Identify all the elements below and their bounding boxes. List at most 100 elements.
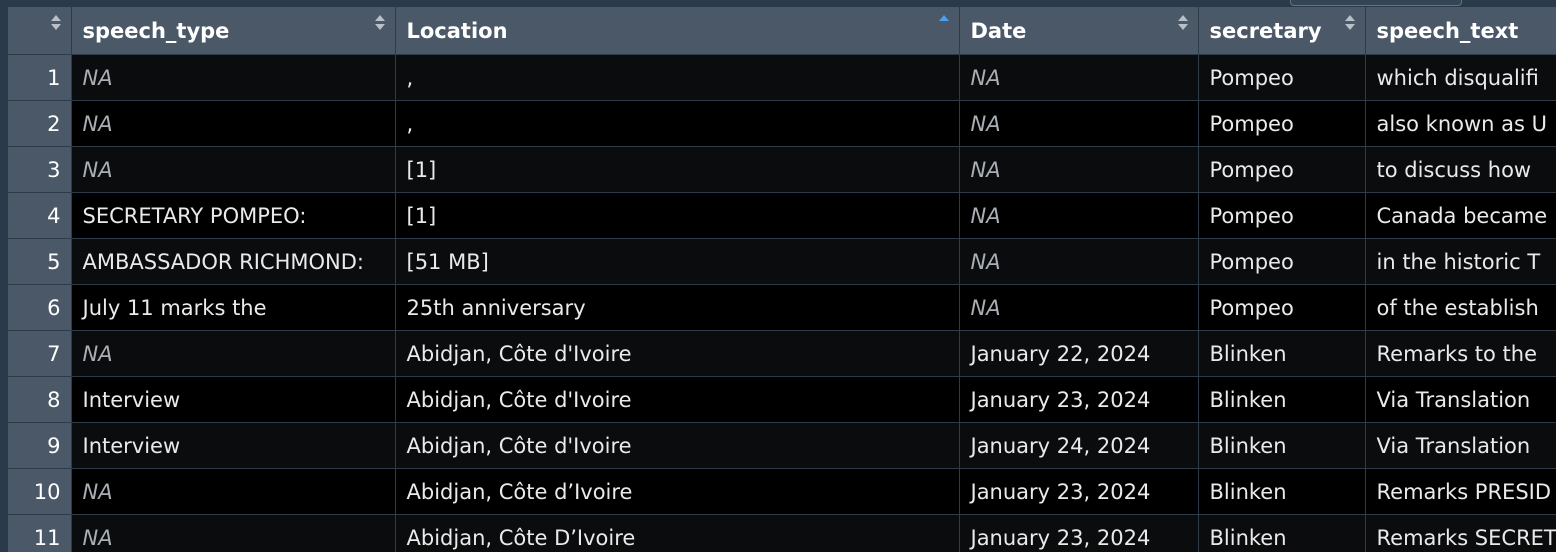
sort-icon[interactable] (50, 15, 61, 33)
cell-speech-type: NA (71, 146, 396, 193)
cell-speech-type: NA (71, 100, 396, 147)
row-number: 9 (8, 422, 72, 469)
cell-secretary: Blinken (1198, 514, 1366, 552)
row-number: 1 (8, 54, 72, 101)
cell-date: January 24, 2024 (959, 422, 1199, 469)
cell-speech-type: NA (71, 468, 396, 515)
cell-speech-text: in the historic T (1365, 238, 1556, 285)
row-number: 3 (8, 146, 72, 193)
column-header-rownum[interactable] (8, 7, 72, 55)
cell-secretary: Blinken (1198, 330, 1366, 377)
cell-date: NA (959, 100, 1199, 147)
column-header-label: Date (970, 18, 1027, 43)
cell-location: Abidjan, Côte D’Ivoire (395, 514, 960, 552)
table-row[interactable]: 7 NA Abidjan, Côte d'Ivoire January 22, 202… (8, 330, 1556, 377)
cell-location: , (395, 100, 960, 147)
cell-speech-type: SECRETARY POMPEO: (71, 192, 396, 239)
cell-secretary: Blinken (1198, 422, 1366, 469)
cell-location: [1] (395, 192, 960, 239)
cell-date: January 22, 2024 (959, 330, 1199, 377)
cell-date: NA (959, 238, 1199, 285)
sort-icon[interactable] (1177, 15, 1188, 33)
filter-box-edge[interactable] (1290, 0, 1462, 6)
cell-speech-text: Canada became (1365, 192, 1556, 239)
cell-date: NA (959, 54, 1199, 101)
table-row[interactable]: 10 NA Abidjan, Côte d’Ivoire January 23, 20… (8, 468, 1556, 515)
data-viewer: speech_type Location Date secretary spee… (0, 0, 1556, 552)
table-row[interactable]: 2 NA, NA Pompeo also known as U (8, 100, 1556, 147)
left-gutter (0, 0, 8, 552)
cell-speech-type: July 11 marks the (71, 284, 396, 331)
cell-location: Abidjan, Côte d'Ivoire (395, 422, 960, 469)
header-row: speech_type Location Date secretary spee… (8, 7, 1556, 55)
table-row[interactable]: 8 Interview Abidjan, Côte d'Ivoire January … (8, 376, 1556, 423)
column-header-speech-type[interactable]: speech_type (71, 7, 396, 55)
table-row[interactable]: 5 AMBASSADOR RICHMOND: [51 MB] NA Pompeo in t… (8, 238, 1556, 285)
cell-secretary: Pompeo (1198, 192, 1366, 239)
cell-speech-type: NA (71, 330, 396, 377)
row-number: 2 (8, 100, 72, 147)
cell-speech-type: Interview (71, 376, 396, 423)
data-table: speech_type Location Date secretary spee… (8, 7, 1556, 552)
cell-location: [1] (395, 146, 960, 193)
column-header-label: speech_text (1376, 18, 1519, 43)
cell-secretary: Pompeo (1198, 238, 1366, 285)
row-number: 11 (8, 514, 72, 552)
cell-speech-text: to discuss how (1365, 146, 1556, 193)
table-row[interactable]: 4 SECRETARY POMPEO: [1] NA Pompeo Canada beca… (8, 192, 1556, 239)
cell-secretary: Blinken (1198, 468, 1366, 515)
row-number: 4 (8, 192, 72, 239)
cell-speech-text: also known as U (1365, 100, 1556, 147)
cell-speech-text: Remarks SECRET (1365, 514, 1556, 552)
cell-speech-type: NA (71, 54, 396, 101)
cell-date: NA (959, 192, 1199, 239)
cell-location: Abidjan, Côte d'Ivoire (395, 330, 960, 377)
cell-speech-type: NA (71, 514, 396, 552)
cell-date: January 23, 2024 (959, 376, 1199, 423)
table-row[interactable]: 3 NA [1] NA Pompeo to discuss how (8, 146, 1556, 193)
table-row[interactable]: 11 NA Abidjan, Côte D’Ivoire January 23, 20… (8, 514, 1556, 552)
cell-secretary: Pompeo (1198, 146, 1366, 193)
sort-icon[interactable] (374, 15, 385, 33)
toolbar-strip (0, 0, 1556, 7)
cell-speech-text: Via Translation (1365, 376, 1556, 423)
sort-icon[interactable] (1344, 15, 1355, 33)
table-row[interactable]: 9 Interview Abidjan, Côte d'Ivoire January … (8, 422, 1556, 469)
cell-location: 25th anniversary (395, 284, 960, 331)
row-number: 7 (8, 330, 72, 377)
column-header-date[interactable]: Date (959, 7, 1199, 55)
cell-location: Abidjan, Côte d’Ivoire (395, 468, 960, 515)
cell-secretary: Blinken (1198, 376, 1366, 423)
cell-date: January 23, 2024 (959, 514, 1199, 552)
cell-speech-type: AMBASSADOR RICHMOND: (71, 238, 396, 285)
column-header-location[interactable]: Location (395, 7, 960, 55)
cell-speech-text: Remarks PRESID (1365, 468, 1556, 515)
cell-location: , (395, 54, 960, 101)
table-row[interactable]: 6 July 11 marks the 25th anniversary NA Pomp… (8, 284, 1556, 331)
column-header-label: speech_type (82, 18, 230, 43)
cell-speech-text: Via Translation (1365, 422, 1556, 469)
cell-speech-text: Remarks to the (1365, 330, 1556, 377)
cell-secretary: Pompeo (1198, 284, 1366, 331)
column-header-label: secretary (1209, 18, 1322, 43)
cell-location: [51 MB] (395, 238, 960, 285)
cell-secretary: Pompeo (1198, 54, 1366, 101)
cell-speech-text: which disqualifi (1365, 54, 1556, 101)
cell-speech-text: of the establish (1365, 284, 1556, 331)
row-number: 6 (8, 284, 72, 331)
row-number: 8 (8, 376, 72, 423)
cell-location: Abidjan, Côte d'Ivoire (395, 376, 960, 423)
data-grid: speech_type Location Date secretary spee… (8, 7, 1556, 552)
row-number: 5 (8, 238, 72, 285)
row-number: 10 (8, 468, 72, 515)
column-header-secretary[interactable]: secretary (1198, 7, 1366, 55)
cell-date: NA (959, 284, 1199, 331)
column-header-speech-text[interactable]: speech_text (1365, 7, 1556, 55)
cell-date: January 23, 2024 (959, 468, 1199, 515)
cell-date: NA (959, 146, 1199, 193)
column-header-label: Location (406, 18, 508, 43)
cell-speech-type: Interview (71, 422, 396, 469)
sort-ascending-icon[interactable] (938, 15, 949, 33)
table-row[interactable]: 1 NA, NA Pompeo which disqualifi (8, 54, 1556, 101)
cell-secretary: Pompeo (1198, 100, 1366, 147)
